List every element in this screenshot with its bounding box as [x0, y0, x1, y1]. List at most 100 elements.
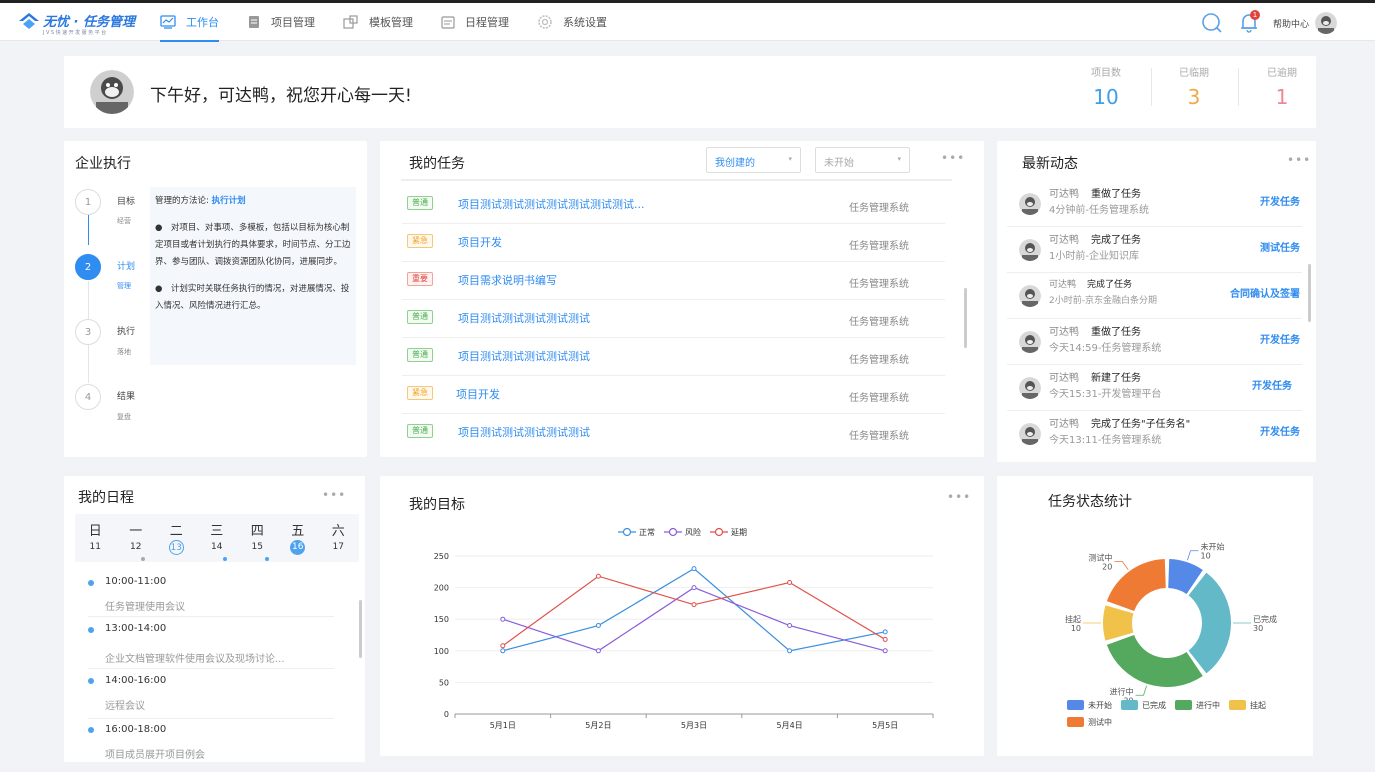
y-tick-label: 0	[444, 710, 449, 719]
task-system: 任务管理系统	[849, 317, 909, 328]
task-name[interactable]: 项目测试测试测试测试测试测试测试...	[458, 196, 645, 212]
task-name[interactable]: 项目测试测试测试测试测试	[458, 424, 590, 440]
step-number[interactable]: 4	[75, 384, 101, 410]
step-number[interactable]: 1	[75, 189, 101, 215]
scrollbar[interactable]	[1308, 264, 1311, 322]
slice-value: 30	[1253, 624, 1263, 633]
feed-item[interactable]: 可达鸭 新建了任务 今天15:31-开发管理平台 开发任务	[1007, 365, 1302, 411]
date-cell[interactable]: 14	[197, 540, 238, 555]
nav-projects[interactable]: 项目管理	[247, 3, 315, 41]
step-title: 计划	[117, 262, 136, 272]
weekday-label: 六	[331, 524, 345, 539]
feed-link[interactable]: 开发任务	[1260, 193, 1300, 208]
schedule-time[interactable]: 10:00-11:00	[105, 576, 166, 587]
notification-button[interactable]: 1	[1239, 10, 1261, 34]
date-cell[interactable]: 13	[156, 540, 197, 555]
schedule-time[interactable]: 16:00-18:00	[105, 724, 166, 735]
data-point	[595, 623, 601, 629]
stat-projects[interactable]: 项目数 10	[1071, 64, 1141, 109]
feed-time: 4分钟前-任务管理系统	[1049, 205, 1149, 216]
nav-dashboard[interactable]: 工作台	[160, 3, 219, 42]
scrollbar[interactable]	[359, 600, 362, 658]
date-cell[interactable]: 17	[318, 540, 359, 555]
app-logo[interactable]: 无忧 · 任务管理 JVS快速开发服务平台	[18, 9, 143, 37]
date-cell[interactable]: 15	[237, 540, 278, 555]
method-paragraph: ● 对项目、对事项、多模板，包括以目标为核心制定项目或者计划执行的具体要求，时间…	[155, 223, 351, 267]
status-filter-dropdown[interactable]: 未开始 ▾	[815, 147, 910, 173]
user-avatar[interactable]	[1315, 12, 1337, 34]
chevron-down-icon: ▾	[788, 155, 792, 163]
schedule-time[interactable]: 14:00-16:00	[105, 675, 166, 686]
feed-link[interactable]: 测试任务	[1260, 239, 1300, 254]
weekday-label: 一	[129, 524, 143, 539]
more-icon[interactable]: •••	[322, 488, 346, 502]
feed-link[interactable]: 开发任务	[1260, 423, 1300, 438]
feed-link[interactable]: 开发任务	[1252, 377, 1292, 392]
more-icon[interactable]: •••	[941, 151, 965, 165]
schedule-time[interactable]: 13:00-14:00	[105, 623, 166, 634]
more-icon[interactable]: •••	[1287, 153, 1311, 167]
task-name[interactable]: 项目开发	[458, 234, 502, 250]
avatar	[1019, 285, 1041, 307]
schedule-desc[interactable]: 远程会议	[105, 697, 145, 712]
date-number: 17	[332, 542, 344, 552]
nav-templates[interactable]: 模板管理	[343, 3, 413, 41]
feed-item[interactable]: 可达鸭 完成了任务 1小时前-企业知识库 测试任务	[1007, 227, 1302, 273]
feed-action: 完成了任务	[1091, 235, 1141, 246]
task-row[interactable]: 重要 项目需求说明书编写 任务管理系统	[402, 262, 945, 300]
method-paragraph: ● 计划实时关联任务执行的情况，对进展情况、投入情况、风险情况进行汇总。	[155, 284, 350, 311]
stat-due-soon[interactable]: 已临期 3	[1159, 64, 1229, 109]
task-name[interactable]: 项目测试测试测试测试测试	[458, 310, 590, 326]
feed-user: 可达鸭	[1049, 419, 1079, 430]
feed-action: 新建了任务	[1091, 373, 1141, 384]
task-row[interactable]: 紧急 项目开发 任务管理系统	[402, 376, 945, 414]
nav-schedule[interactable]: 日程管理	[441, 3, 509, 41]
date-number: 13	[168, 540, 184, 555]
feed-list: 可达鸭 重做了任务 4分钟前-任务管理系统 开发任务 可达鸭 完成了任务 1小时…	[1007, 181, 1307, 459]
task-name[interactable]: 项目开发	[456, 386, 500, 402]
task-row[interactable]: 紧急 项目开发 任务管理系统	[402, 224, 945, 262]
task-row[interactable]: 普通 项目测试测试测试测试测试 任务管理系统	[402, 338, 945, 376]
help-center-link[interactable]: 帮助中心	[1273, 17, 1309, 30]
task-row[interactable]: 普通 项目测试测试测试测试测试测试测试... 任务管理系统	[402, 186, 945, 224]
legend-marker	[714, 527, 724, 537]
template-icon	[343, 15, 358, 29]
step-number[interactable]: 2	[75, 254, 101, 280]
date-cell[interactable]: 16	[278, 540, 319, 555]
nav-settings[interactable]: 系统设置	[537, 3, 607, 41]
data-point	[787, 648, 793, 654]
y-tick-label: 250	[434, 552, 449, 561]
step-subtitle: 落地	[117, 348, 131, 356]
scrollbar[interactable]	[964, 288, 967, 348]
schedule-desc[interactable]: 任务管理使用会议	[105, 598, 185, 613]
task-name[interactable]: 项目测试测试测试测试测试	[458, 348, 590, 364]
feed-link[interactable]: 开发任务	[1260, 331, 1300, 346]
feed-link[interactable]: 合同确认及签署	[1230, 285, 1300, 300]
feed-item[interactable]: 可达鸭 完成了任务 2小时前-京东金融白条分期 合同确认及签署	[1007, 273, 1302, 319]
date-cell[interactable]: 12	[116, 540, 157, 555]
feed-item[interactable]: 可达鸭 重做了任务 4分钟前-任务管理系统 开发任务	[1007, 181, 1302, 227]
task-row[interactable]: 普通 项目测试测试测试测试测试 任务管理系统	[402, 300, 945, 338]
weekday-label: 二	[169, 524, 183, 539]
legend-label: 延期	[731, 527, 747, 537]
data-point	[787, 623, 793, 629]
date-cell[interactable]: 11	[75, 540, 116, 555]
priority-tag: 普通	[407, 424, 433, 438]
schedule-desc[interactable]: 项目成员展开项目例会	[105, 746, 205, 761]
stat-overdue[interactable]: 已逾期 1	[1247, 64, 1317, 109]
feed-item[interactable]: 可达鸭 重做了任务 今天14:59-任务管理系统 开发任务	[1007, 319, 1302, 365]
creator-filter-dropdown[interactable]: 我创建的 ▾	[706, 147, 801, 173]
search-icon[interactable]	[1201, 12, 1223, 34]
slice-label: 进行中	[1110, 686, 1134, 696]
priority-tag: 紧急	[407, 386, 433, 400]
y-tick-label: 200	[434, 584, 449, 593]
divider	[1238, 68, 1239, 106]
task-name[interactable]: 项目需求说明书编写	[458, 272, 557, 288]
method-link[interactable]: 执行计划	[212, 196, 246, 206]
task-row[interactable]: 普通 项目测试测试测试测试测试 任务管理系统	[402, 414, 945, 452]
schedule-desc[interactable]: 企业文档管理软件使用会议及现场讨论...	[105, 650, 285, 665]
feed-item[interactable]: 可达鸭 完成了任务"子任务名" 今天13:11-任务管理系统 开发任务	[1007, 411, 1302, 457]
step-number[interactable]: 3	[75, 319, 101, 345]
x-tick-label: 5月4日	[777, 721, 803, 730]
pie-slice	[1103, 605, 1134, 641]
